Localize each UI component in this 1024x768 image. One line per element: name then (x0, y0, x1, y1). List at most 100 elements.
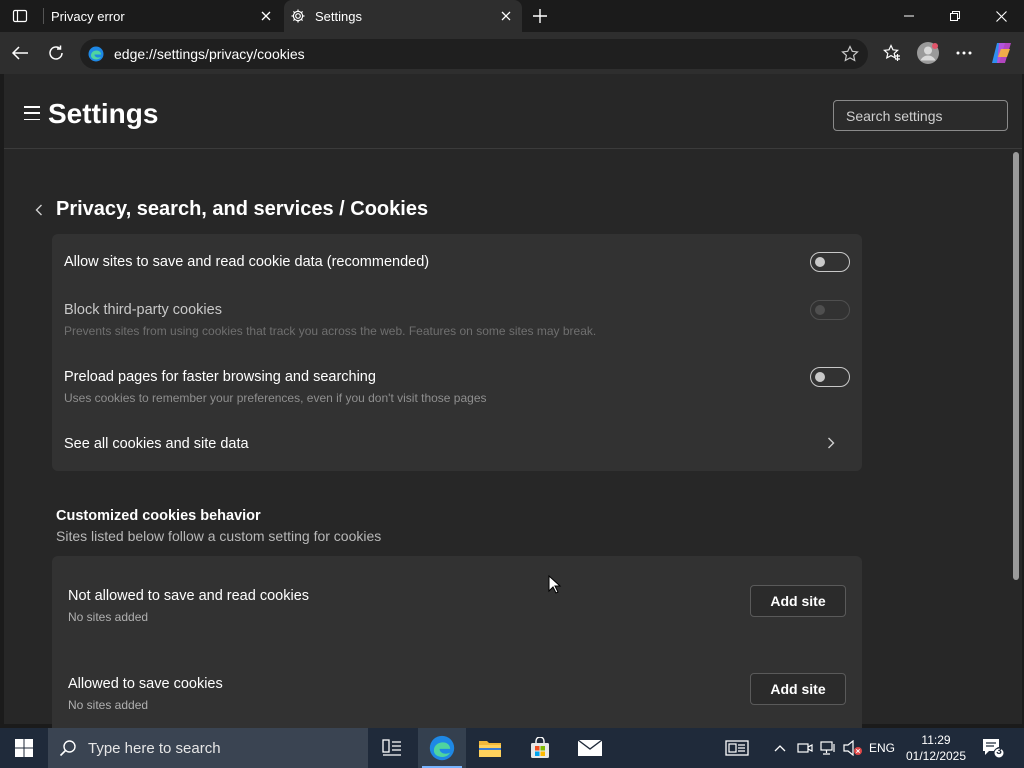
allowed-sites-row: Allowed to save cookies No sites added (68, 676, 748, 716)
list-empty-text: No sites added (68, 610, 149, 624)
setting-description: Prevents sites from using cookies that t… (64, 324, 597, 338)
gear-icon (291, 9, 305, 23)
camera-icon (797, 743, 813, 753)
copilot-button[interactable] (988, 39, 1016, 67)
settings-header: Settings (4, 74, 1022, 149)
refresh-icon (49, 45, 63, 60)
toggle-knob (815, 305, 825, 315)
close-icon (995, 10, 1007, 22)
volume-button[interactable] (842, 728, 864, 768)
task-view-button[interactable] (368, 728, 416, 768)
tab-actions-button[interactable] (4, 4, 36, 28)
tab-close-button[interactable] (258, 8, 274, 24)
tab-title: Settings (315, 9, 362, 24)
cookie-settings-card: Allow sites to save and read cookie data… (52, 234, 862, 471)
address-bar[interactable]: edge://settings/privacy/cookies (80, 39, 868, 69)
block-third-party-toggle[interactable] (810, 300, 850, 320)
new-tab-button[interactable] (528, 4, 552, 28)
setting-label: See all cookies and site data (64, 436, 249, 452)
setting-row-block-third-party: Block third-party cookies Prevents sites… (64, 300, 850, 342)
add-site-blocked-button[interactable]: Add site (750, 585, 846, 617)
list-label: Allowed to save cookies (68, 676, 223, 692)
tab-settings[interactable]: Settings (284, 0, 522, 32)
windows-logo-icon (15, 739, 33, 757)
close-icon (261, 11, 271, 21)
taskbar-mail-app[interactable] (566, 728, 614, 768)
arrow-left-icon (11, 46, 28, 60)
breadcrumb-title: Privacy, search, and services / Cookies (56, 198, 429, 220)
allow-cookies-toggle[interactable] (810, 252, 850, 272)
clock[interactable]: 11:29 01/12/2025 (898, 732, 974, 764)
profile-button[interactable] (914, 39, 942, 67)
taskbar-edge-app[interactable] (418, 728, 466, 768)
taskbar-search-box[interactable]: Type here to search (48, 728, 368, 768)
minimize-icon (904, 15, 914, 17)
tab-privacy-error[interactable]: Privacy error (44, 0, 282, 32)
hamburger-line (24, 112, 40, 114)
store-icon (531, 737, 549, 758)
more-menu-button[interactable] (950, 39, 978, 67)
restore-button[interactable] (932, 0, 978, 32)
more-icon (956, 51, 972, 55)
language-text: ENG (868, 741, 895, 755)
taskbar-file-explorer-app[interactable] (466, 728, 514, 768)
star-icon (841, 45, 859, 62)
setting-label: Preload pages for faster browsing and se… (64, 369, 376, 385)
setting-row-allow-cookies: Allow sites to save and read cookie data… (64, 252, 850, 278)
setting-description: Uses cookies to remember your preference… (64, 391, 487, 405)
tab-close-button[interactable] (498, 8, 514, 24)
edge-logo-icon (88, 46, 104, 62)
toggle-knob (815, 257, 825, 267)
settings-page: Settings Privacy, search, and services /… (4, 74, 1022, 736)
tab-strip: Privacy error Settings (0, 0, 1024, 32)
setting-label: Allow sites to save and read cookie data… (64, 254, 430, 270)
favorites-button[interactable] (878, 39, 906, 67)
close-window-button[interactable] (978, 0, 1024, 32)
news-widget-button[interactable] (722, 728, 752, 768)
blocked-sites-row: Not allowed to save and read cookies No … (68, 588, 748, 628)
copilot-icon (992, 43, 1011, 63)
network-button[interactable] (818, 728, 840, 768)
clock-time: 11:29 (921, 733, 951, 747)
avatar-icon (917, 42, 939, 64)
task-view-icon (382, 739, 401, 756)
notification-count: 3 (996, 746, 1002, 757)
scrollbar[interactable] (1012, 149, 1020, 724)
notification-center-button[interactable]: 3 (980, 736, 1005, 760)
minimize-button[interactable] (886, 0, 932, 32)
add-favorite-button[interactable] (840, 44, 860, 64)
list-label: Not allowed to save and read cookies (68, 588, 310, 604)
volume-muted-icon (843, 740, 862, 756)
hamburger-line (24, 118, 40, 120)
news-icon (725, 740, 749, 756)
close-icon (501, 11, 511, 21)
refresh-button[interactable] (42, 39, 70, 67)
add-site-allowed-button[interactable]: Add site (750, 673, 846, 705)
preload-pages-toggle[interactable] (810, 367, 850, 387)
show-hidden-icons-button[interactable] (770, 728, 790, 768)
restore-icon (950, 11, 960, 21)
breadcrumb: Privacy, search, and services / Cookies (32, 198, 428, 221)
tab-title: Privacy error (51, 9, 125, 24)
chevron-up-icon (774, 745, 786, 752)
plus-icon (533, 9, 547, 23)
section-title: Customized cookies behavior (56, 508, 261, 524)
taskbar-search-placeholder: Type here to search (88, 739, 221, 757)
taskbar-store-app[interactable] (516, 728, 564, 768)
folder-icon (479, 741, 501, 757)
favorites-icon (883, 44, 900, 61)
scrollbar-thumb[interactable] (1013, 152, 1019, 580)
edge-logo-icon (429, 735, 455, 761)
chevron-right-icon (824, 436, 838, 450)
meet-now-button[interactable] (794, 728, 816, 768)
hamburger-line (24, 106, 40, 108)
search-icon (58, 738, 78, 758)
language-indicator[interactable]: ENG (866, 728, 898, 768)
search-settings-input[interactable] (833, 100, 1008, 131)
see-all-cookies-link[interactable]: See all cookies and site data (64, 436, 850, 460)
breadcrumb-back-button[interactable] (32, 203, 46, 217)
start-button[interactable] (0, 728, 48, 768)
hamburger-menu-button[interactable] (24, 106, 40, 120)
back-button[interactable] (6, 39, 34, 67)
mail-icon (577, 739, 603, 756)
